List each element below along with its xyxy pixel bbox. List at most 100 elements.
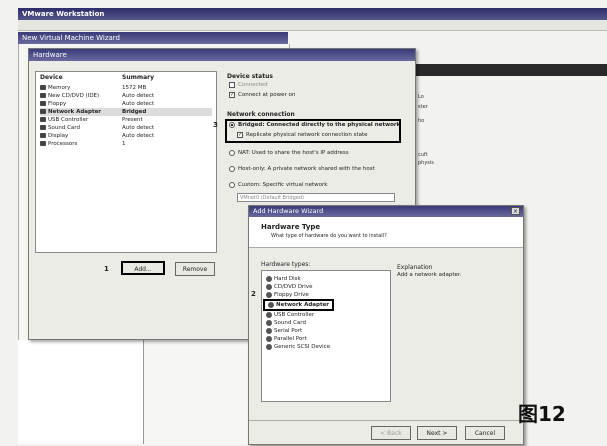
next-button[interactable]: Next > bbox=[417, 426, 457, 440]
usb-icon bbox=[266, 311, 272, 318]
hardware-type-label: Floppy Drive bbox=[274, 292, 309, 298]
close-icon[interactable]: × bbox=[511, 207, 520, 215]
device-summary: Auto detect bbox=[122, 101, 155, 107]
checkbox-icon bbox=[229, 81, 235, 88]
bridged-label: Bridged: Connected directly to the physi… bbox=[238, 122, 401, 128]
radio-selected-icon bbox=[229, 121, 235, 128]
checkbox-checked-icon: ✓ bbox=[237, 131, 243, 138]
replicate-state-checkbox[interactable]: ✓ Replicate physical network connection s… bbox=[237, 131, 368, 140]
device-name: Processors bbox=[48, 141, 78, 147]
device-row-network-adapter[interactable]: Network Adapter Bridged bbox=[40, 108, 212, 116]
connected-checkbox[interactable]: Connected bbox=[229, 81, 268, 90]
radio-icon bbox=[229, 149, 235, 156]
wizard-header: Hardware Type What type of hardware do y… bbox=[249, 217, 523, 248]
new-vm-wizard-title-bar: New Virtual Machine Wizard bbox=[18, 32, 288, 44]
back-button[interactable]: < Back bbox=[371, 426, 411, 440]
hardware-type-item[interactable]: Hard Disk bbox=[266, 275, 301, 283]
device-list[interactable]: Device Summary Memory 1572 MB New CD/DVD… bbox=[35, 71, 217, 253]
hardware-type-item[interactable]: Sound Card bbox=[266, 319, 306, 327]
hardware-type-item[interactable]: Parallel Port bbox=[266, 335, 307, 343]
device-summary: Present bbox=[122, 117, 143, 123]
device-row-display[interactable]: Display Auto detect bbox=[40, 132, 212, 140]
hardware-type-label: Parallel Port bbox=[274, 336, 307, 342]
vmware-menu-bar bbox=[18, 20, 607, 31]
custom-label: Custom: Specific virtual network bbox=[238, 182, 328, 188]
host-only-radio[interactable]: Host-only: A private network shared with… bbox=[229, 165, 375, 174]
network-adapter-icon bbox=[40, 109, 46, 114]
radio-icon bbox=[229, 165, 235, 172]
device-summary: Auto detect bbox=[122, 93, 155, 99]
device-name: New CD/DVD (IDE) bbox=[48, 93, 100, 99]
device-row-memory[interactable]: Memory 1572 MB bbox=[40, 84, 212, 92]
device-name: Display bbox=[48, 133, 69, 139]
usb-icon bbox=[40, 117, 46, 122]
device-name: Network Adapter bbox=[48, 109, 102, 115]
hardware-type-label: Serial Port bbox=[274, 328, 303, 334]
remove-button[interactable]: Remove bbox=[175, 262, 215, 276]
device-column-header[interactable]: Device bbox=[40, 74, 63, 81]
explanation-text: Add a network adapter. bbox=[397, 272, 462, 278]
step-marker-1: 1 bbox=[104, 265, 109, 273]
add-hardware-wizard-title: Add Hardware Wizard bbox=[249, 206, 523, 217]
checkbox-checked-icon: ✓ bbox=[229, 91, 235, 98]
hardware-type-label: Hard Disk bbox=[274, 276, 301, 282]
hardware-type-label: Sound Card bbox=[274, 320, 306, 326]
device-row-cd-dvd[interactable]: New CD/DVD (IDE) Auto detect bbox=[40, 92, 212, 100]
speaker-icon bbox=[266, 319, 272, 326]
device-status-label: Device status bbox=[227, 73, 273, 80]
bridged-radio[interactable]: Bridged: Connected directly to the physi… bbox=[229, 121, 400, 130]
scsi-icon bbox=[266, 343, 272, 350]
hardware-type-item-network-adapter[interactable]: Network Adapter bbox=[263, 299, 335, 311]
add-hardware-wizard: Add Hardware Wizard × Hardware Type What… bbox=[248, 205, 524, 445]
footer-divider bbox=[249, 420, 523, 421]
device-row-sound-card[interactable]: Sound Card Auto detect bbox=[40, 124, 212, 132]
custom-network-select[interactable]: VMnet0 (Default Bridged) bbox=[237, 193, 395, 202]
wizard-header-subtitle: What type of hardware do you want to ins… bbox=[271, 233, 387, 239]
step-marker-3: 3 bbox=[213, 121, 218, 129]
hardware-type-item[interactable]: Generic SCSI Device bbox=[266, 343, 330, 351]
hardware-type-item[interactable]: Serial Port bbox=[266, 327, 302, 335]
connect-at-power-on-checkbox[interactable]: ✓ Connect at power on bbox=[229, 91, 295, 100]
hardware-type-item[interactable]: Floppy Drive bbox=[266, 291, 309, 299]
device-name: USB Controller bbox=[48, 117, 89, 123]
device-summary: 1572 MB bbox=[122, 85, 147, 91]
device-summary: Auto detect bbox=[122, 125, 155, 131]
vmware-side-text-3: ho bbox=[418, 118, 425, 124]
hard-disk-icon bbox=[266, 275, 272, 282]
explanation-label: Explanation bbox=[397, 264, 433, 271]
hardware-type-item[interactable]: CD/DVD Drive bbox=[266, 283, 312, 291]
vmware-side-text-1: Lo bbox=[418, 94, 424, 100]
hardware-type-item[interactable]: USB Controller bbox=[266, 311, 314, 319]
device-row-usb-controller[interactable]: USB Controller Present bbox=[40, 116, 212, 124]
summary-column-header[interactable]: Summary bbox=[122, 74, 154, 81]
hardware-dialog-title: Hardware bbox=[29, 49, 415, 61]
vmware-side-text-2: ster bbox=[418, 104, 428, 110]
explanation-panel: Explanation Add a network adapter. bbox=[393, 262, 515, 402]
device-summary: Bridged bbox=[122, 109, 147, 115]
host-only-label: Host-only: A private network shared with… bbox=[238, 166, 375, 172]
floppy-icon bbox=[40, 101, 46, 106]
vmware-side-text-5: physis bbox=[418, 160, 434, 166]
custom-radio[interactable]: Custom: Specific virtual network bbox=[229, 181, 328, 190]
speaker-icon bbox=[40, 125, 46, 130]
device-row-floppy[interactable]: Floppy Auto detect bbox=[40, 100, 212, 108]
cd-drive-icon bbox=[266, 283, 272, 290]
replicate-state-label: Replicate physical network connection st… bbox=[246, 132, 368, 138]
vmware-dark-toolbar bbox=[410, 64, 607, 76]
cancel-button[interactable]: Cancel bbox=[465, 426, 505, 440]
device-name: Sound Card bbox=[48, 125, 80, 131]
nat-radio[interactable]: NAT: Used to share the host's IP address bbox=[229, 149, 349, 158]
device-row-processors[interactable]: Processors 1 bbox=[40, 140, 212, 148]
step-marker-2: 2 bbox=[251, 290, 256, 298]
figure-label: 图12 bbox=[518, 402, 566, 426]
add-button[interactable]: Add... bbox=[121, 261, 165, 275]
hardware-type-label: Network Adapter bbox=[276, 302, 330, 308]
monitor-icon bbox=[40, 133, 46, 138]
device-name: Floppy bbox=[48, 101, 67, 107]
hardware-type-label: USB Controller bbox=[274, 312, 315, 318]
device-summary: 1 bbox=[122, 141, 126, 147]
new-vm-wizard-left-pane bbox=[18, 340, 144, 444]
vmware-title-bar: VMware Workstation bbox=[18, 8, 607, 20]
hardware-types-list[interactable]: Hard Disk CD/DVD Drive Floppy Drive Netw… bbox=[261, 270, 391, 402]
network-adapter-icon bbox=[268, 301, 274, 308]
